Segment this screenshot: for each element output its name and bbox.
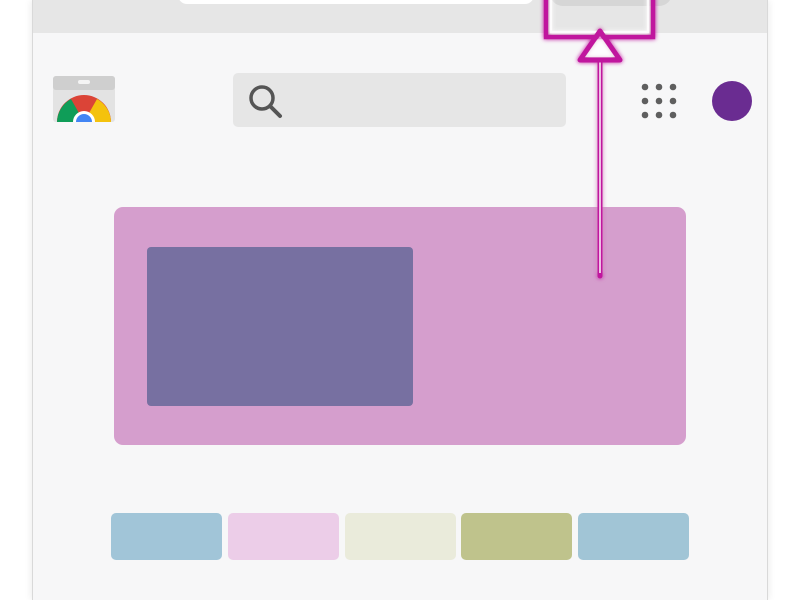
featured-banner-image [147,247,413,406]
left-margin [0,0,33,600]
category-tile-1[interactable] [111,513,222,560]
search-bar[interactable] [233,73,566,127]
address-bar[interactable] [178,0,534,4]
web-store-logo-icon[interactable] [53,76,115,133]
browser-toolbar [33,0,767,33]
right-margin [767,0,800,600]
screen [0,0,800,600]
browser-window [33,0,767,600]
category-tile-3[interactable] [345,513,456,560]
category-tiles [111,513,691,560]
category-tile-5[interactable] [578,513,689,560]
category-tile-4[interactable] [461,513,572,560]
featured-banner[interactable] [114,207,686,445]
avatar[interactable] [712,81,752,121]
category-tile-2[interactable] [228,513,339,560]
apps-grid-icon[interactable] [641,83,677,119]
search-icon[interactable] [246,82,286,122]
toolbar-button[interactable] [550,0,672,6]
